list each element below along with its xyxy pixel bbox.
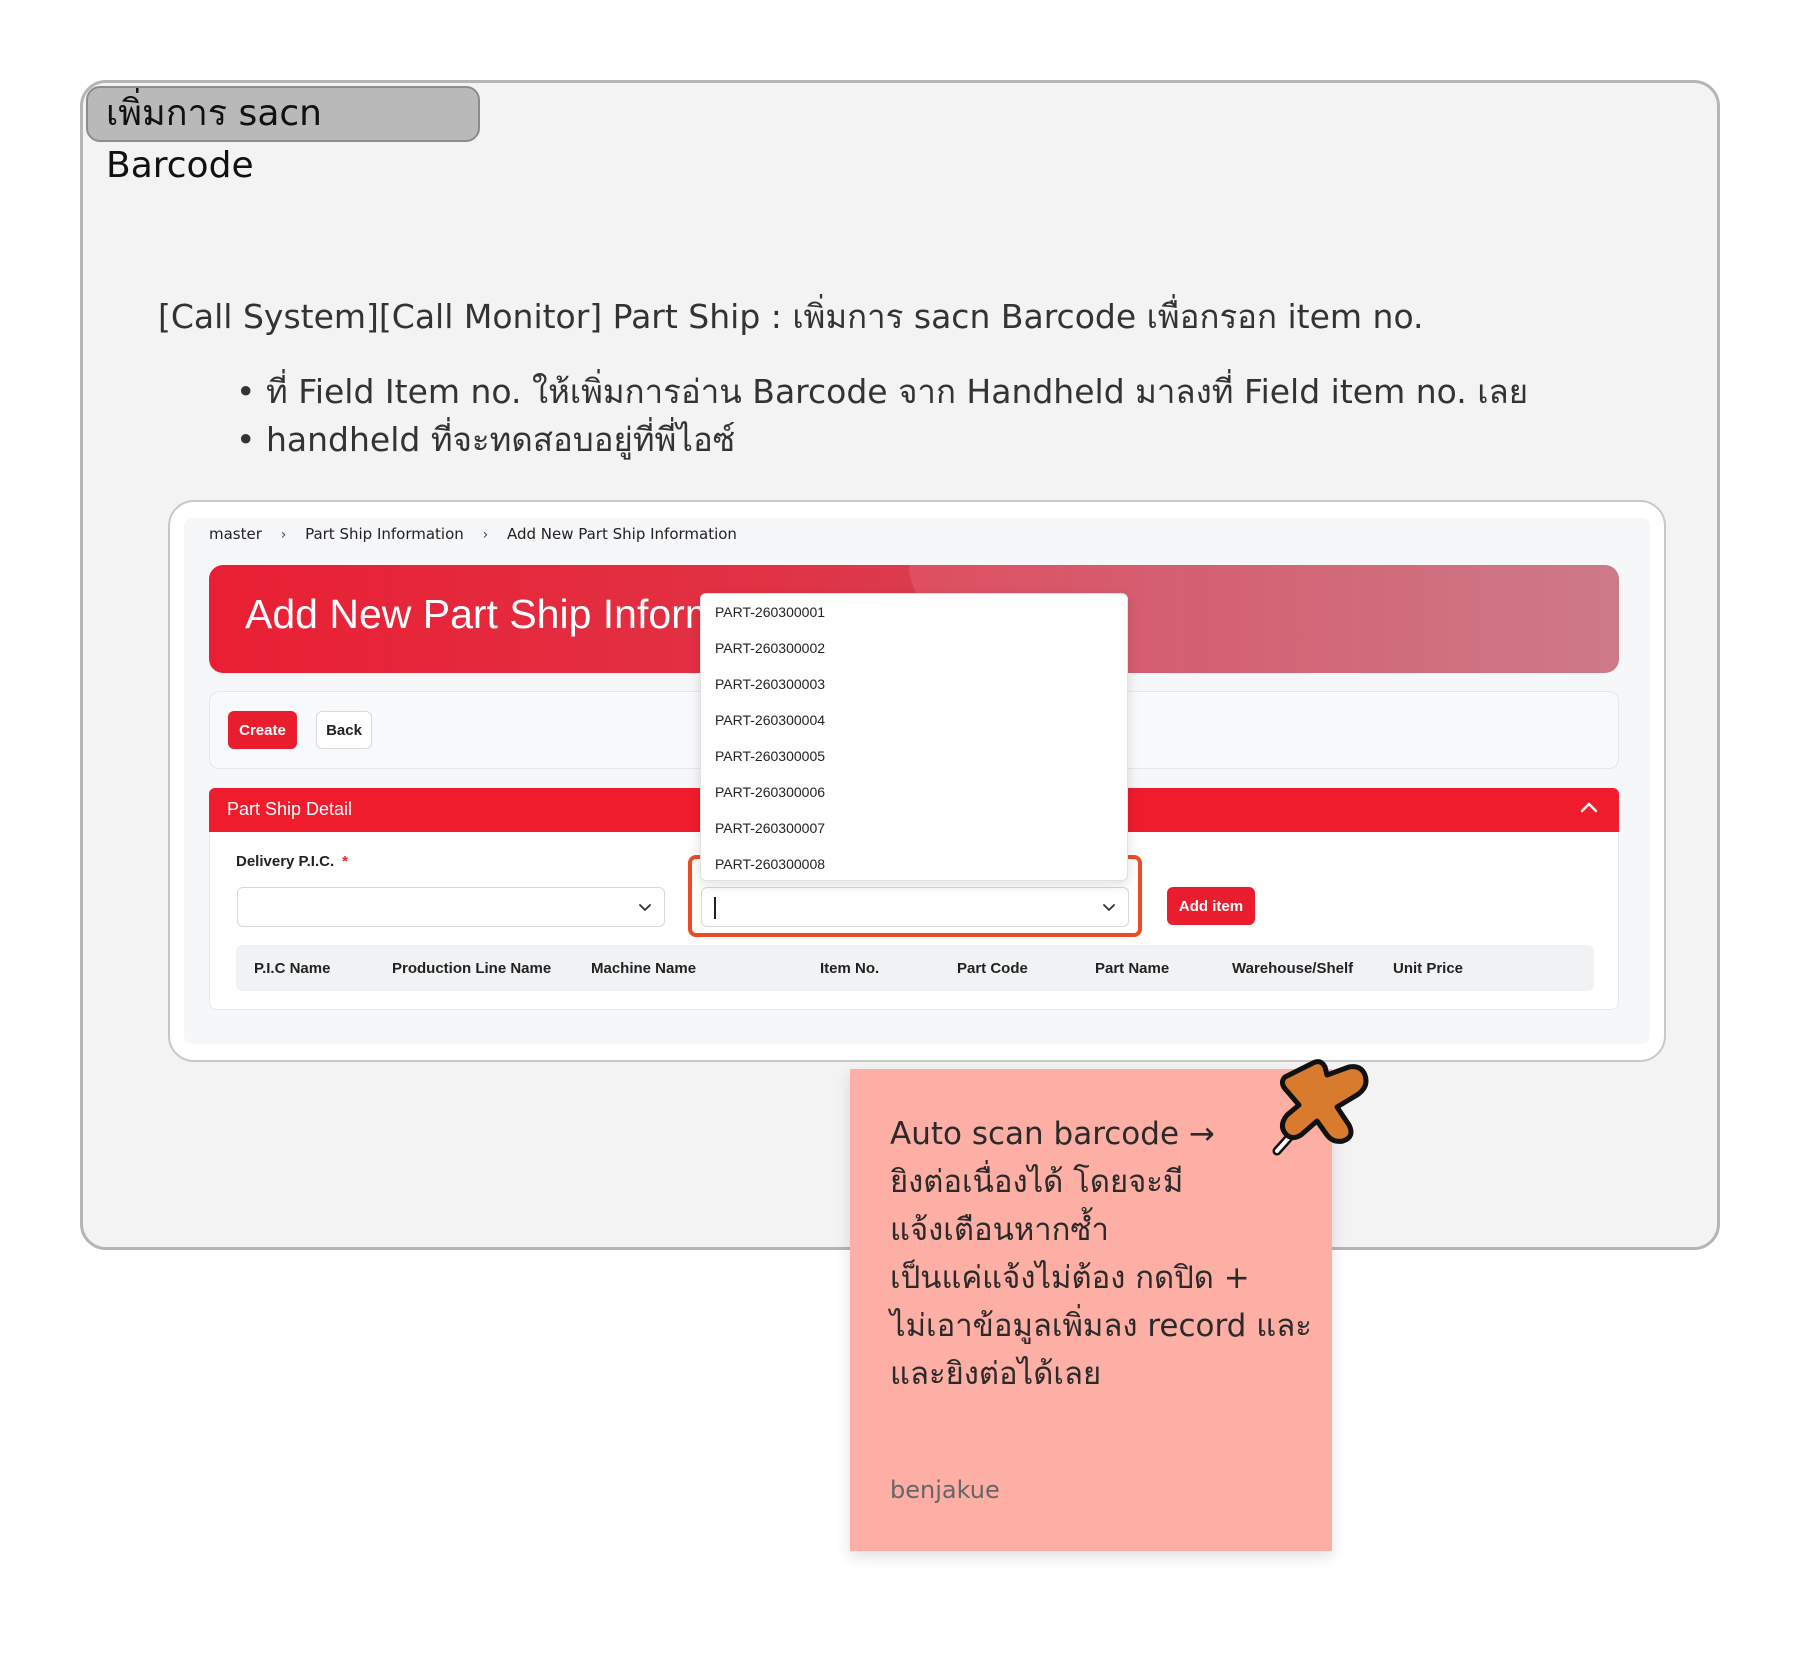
note-line: ไม่เอาข้อมูลเพิ่มลง record และ bbox=[890, 1308, 1312, 1344]
item-no-dropdown: PART-260300001 PART-260300002 PART-26030… bbox=[700, 593, 1128, 881]
back-button[interactable]: Back bbox=[316, 711, 372, 749]
breadcrumb-item-part-ship[interactable]: Part Ship Information bbox=[305, 525, 464, 543]
section-title: Part Ship Detail bbox=[227, 799, 353, 819]
dropdown-option[interactable]: PART-260300002 bbox=[701, 630, 1127, 666]
column-header: Warehouse/Shelf bbox=[1232, 960, 1354, 977]
dropdown-option[interactable]: PART-260300008 bbox=[701, 846, 1127, 880]
column-header: Part Name bbox=[1095, 960, 1170, 977]
bullet-item: ที่ Field Item no. ให้เพิ่มการอ่าน Barco… bbox=[236, 368, 1528, 416]
delivery-pic-label: Delivery P.I.C. * bbox=[236, 853, 348, 870]
column-header: Part Code bbox=[957, 960, 1028, 977]
dropdown-option[interactable]: PART-260300006 bbox=[701, 774, 1127, 810]
breadcrumb-item-master[interactable]: master bbox=[209, 525, 262, 543]
note-author: benjakue bbox=[890, 1476, 1000, 1504]
breadcrumb-item-current: Add New Part Ship Information bbox=[506, 525, 737, 543]
note-line: และยิงต่อได้เลย bbox=[890, 1356, 1102, 1392]
task-bullets: ที่ Field Item no. ให้เพิ่มการอ่าน Barco… bbox=[236, 368, 1528, 464]
column-header: Item No. bbox=[820, 960, 880, 977]
pushpin-icon bbox=[1272, 1059, 1369, 1156]
chevron-down-icon bbox=[639, 904, 651, 911]
note-line: Auto scan barcode → bbox=[890, 1116, 1215, 1152]
column-header: P.I.C Name bbox=[254, 960, 331, 977]
bullet-item: handheld ที่จะทดสอบอยู่ที่พี่ไอซ์ bbox=[236, 416, 1528, 464]
dropdown-option[interactable]: PART-260300001 bbox=[701, 594, 1127, 630]
column-header: Production Line Name bbox=[392, 960, 552, 977]
dropdown-option[interactable]: PART-260300007 bbox=[701, 810, 1127, 846]
create-button[interactable]: Create bbox=[228, 711, 297, 749]
dropdown-option[interactable]: PART-260300004 bbox=[701, 702, 1127, 738]
note-line: แจ้งเตือนหากซ้ำ bbox=[890, 1212, 1109, 1248]
task-heading: [Call System][Call Monitor] Part Ship : … bbox=[158, 297, 1424, 336]
delivery-pic-select[interactable] bbox=[237, 887, 665, 927]
chevron-right-icon: › bbox=[280, 527, 287, 543]
column-header: Unit Price bbox=[1393, 960, 1464, 977]
note-line: ยิงต่อเนื่องได้ โดยจะมี bbox=[890, 1164, 1184, 1200]
required-mark: * bbox=[342, 853, 348, 870]
breadcrumb: master › Part Ship Information › Add New… bbox=[209, 525, 737, 543]
delivery-pic-label-text: Delivery P.I.C. bbox=[236, 853, 335, 870]
add-item-button[interactable]: Add item bbox=[1167, 887, 1255, 925]
sticky-note-text: Auto scan barcode → ยิงต่อเนื่องได้ โดยจ… bbox=[890, 1110, 1312, 1398]
dropdown-option[interactable]: PART-260300005 bbox=[701, 738, 1127, 774]
table-header-row: P.I.C Name Production Line Name Machine … bbox=[236, 945, 1594, 991]
frame-title-tag: เพิ่มการ sacn Barcode bbox=[86, 86, 480, 186]
chevron-right-icon: › bbox=[482, 527, 489, 543]
column-header: Machine Name bbox=[591, 960, 697, 977]
dropdown-option[interactable]: PART-260300003 bbox=[701, 666, 1127, 702]
note-line: เป็นแค่แจ้งไม่ต้อง กดปิด + bbox=[890, 1260, 1250, 1296]
chevron-up-icon[interactable] bbox=[1577, 796, 1601, 820]
